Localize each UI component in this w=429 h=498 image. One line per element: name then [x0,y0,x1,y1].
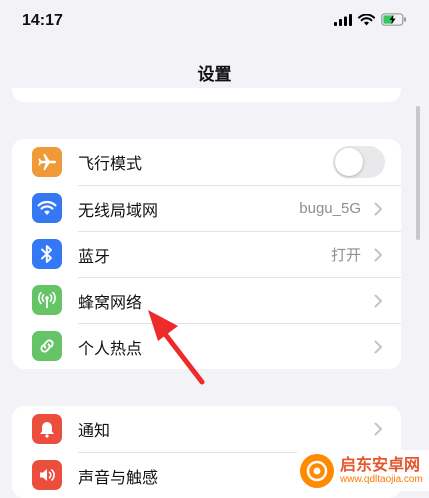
site-watermark: 启东安卓网 www.qdltaojia.com [296,450,429,491]
battery-charging-icon [381,13,406,26]
airplane-icon [32,147,62,177]
chevron-right-icon [374,202,382,215]
signal-icon [334,13,352,26]
hotspot-icon [32,331,62,361]
wifi-icon [32,193,62,223]
previous-section-card [12,88,401,102]
settings-row-label: 无线局域网 [78,200,159,220]
status-time: 14:17 [22,12,63,29]
settings-row-label: 飞行模式 [78,154,143,173]
settings-row-wifi[interactable]: 无线局域网 bugu_5G [12,185,401,231]
chevron-right-icon [374,248,382,261]
bluetooth-icon [32,239,62,269]
scroll-indicator[interactable] [416,106,420,240]
wifi-network-name: bugu_5G [299,200,361,217]
settings-row-label: 蓝牙 [78,246,111,266]
chevron-right-icon [374,422,382,436]
settings-row-airplane-mode[interactable]: 飞行模式 [12,139,401,185]
bluetooth-status: 打开 [330,247,361,264]
watermark-logo-icon [300,453,334,488]
notification-icon [32,414,62,444]
airplane-mode-toggle[interactable] [333,146,385,178]
toggle-knob [335,148,363,176]
settings-row-label: 通知 [78,421,111,440]
speaker-icon [32,460,62,490]
settings-row-bluetooth[interactable]: 蓝牙 打开 [12,231,401,277]
status-icons [334,13,407,26]
annotation-arrow-icon [148,310,205,385]
watermark-url: www.qdltaojia.com [340,473,423,485]
page-title: 设置 [197,65,232,85]
status-bar: 14:17 [0,0,429,44]
wifi-status-icon [358,13,375,25]
watermark-title: 启东安卓网 [340,454,421,474]
settings-row-label: 个人热点 [78,338,143,358]
antenna-icon [32,285,62,315]
chevron-right-icon [374,340,382,353]
chevron-right-icon [374,294,382,307]
settings-row-notifications[interactable]: 通知 [12,406,401,452]
settings-row-label: 蜂窝网络 [78,292,143,312]
